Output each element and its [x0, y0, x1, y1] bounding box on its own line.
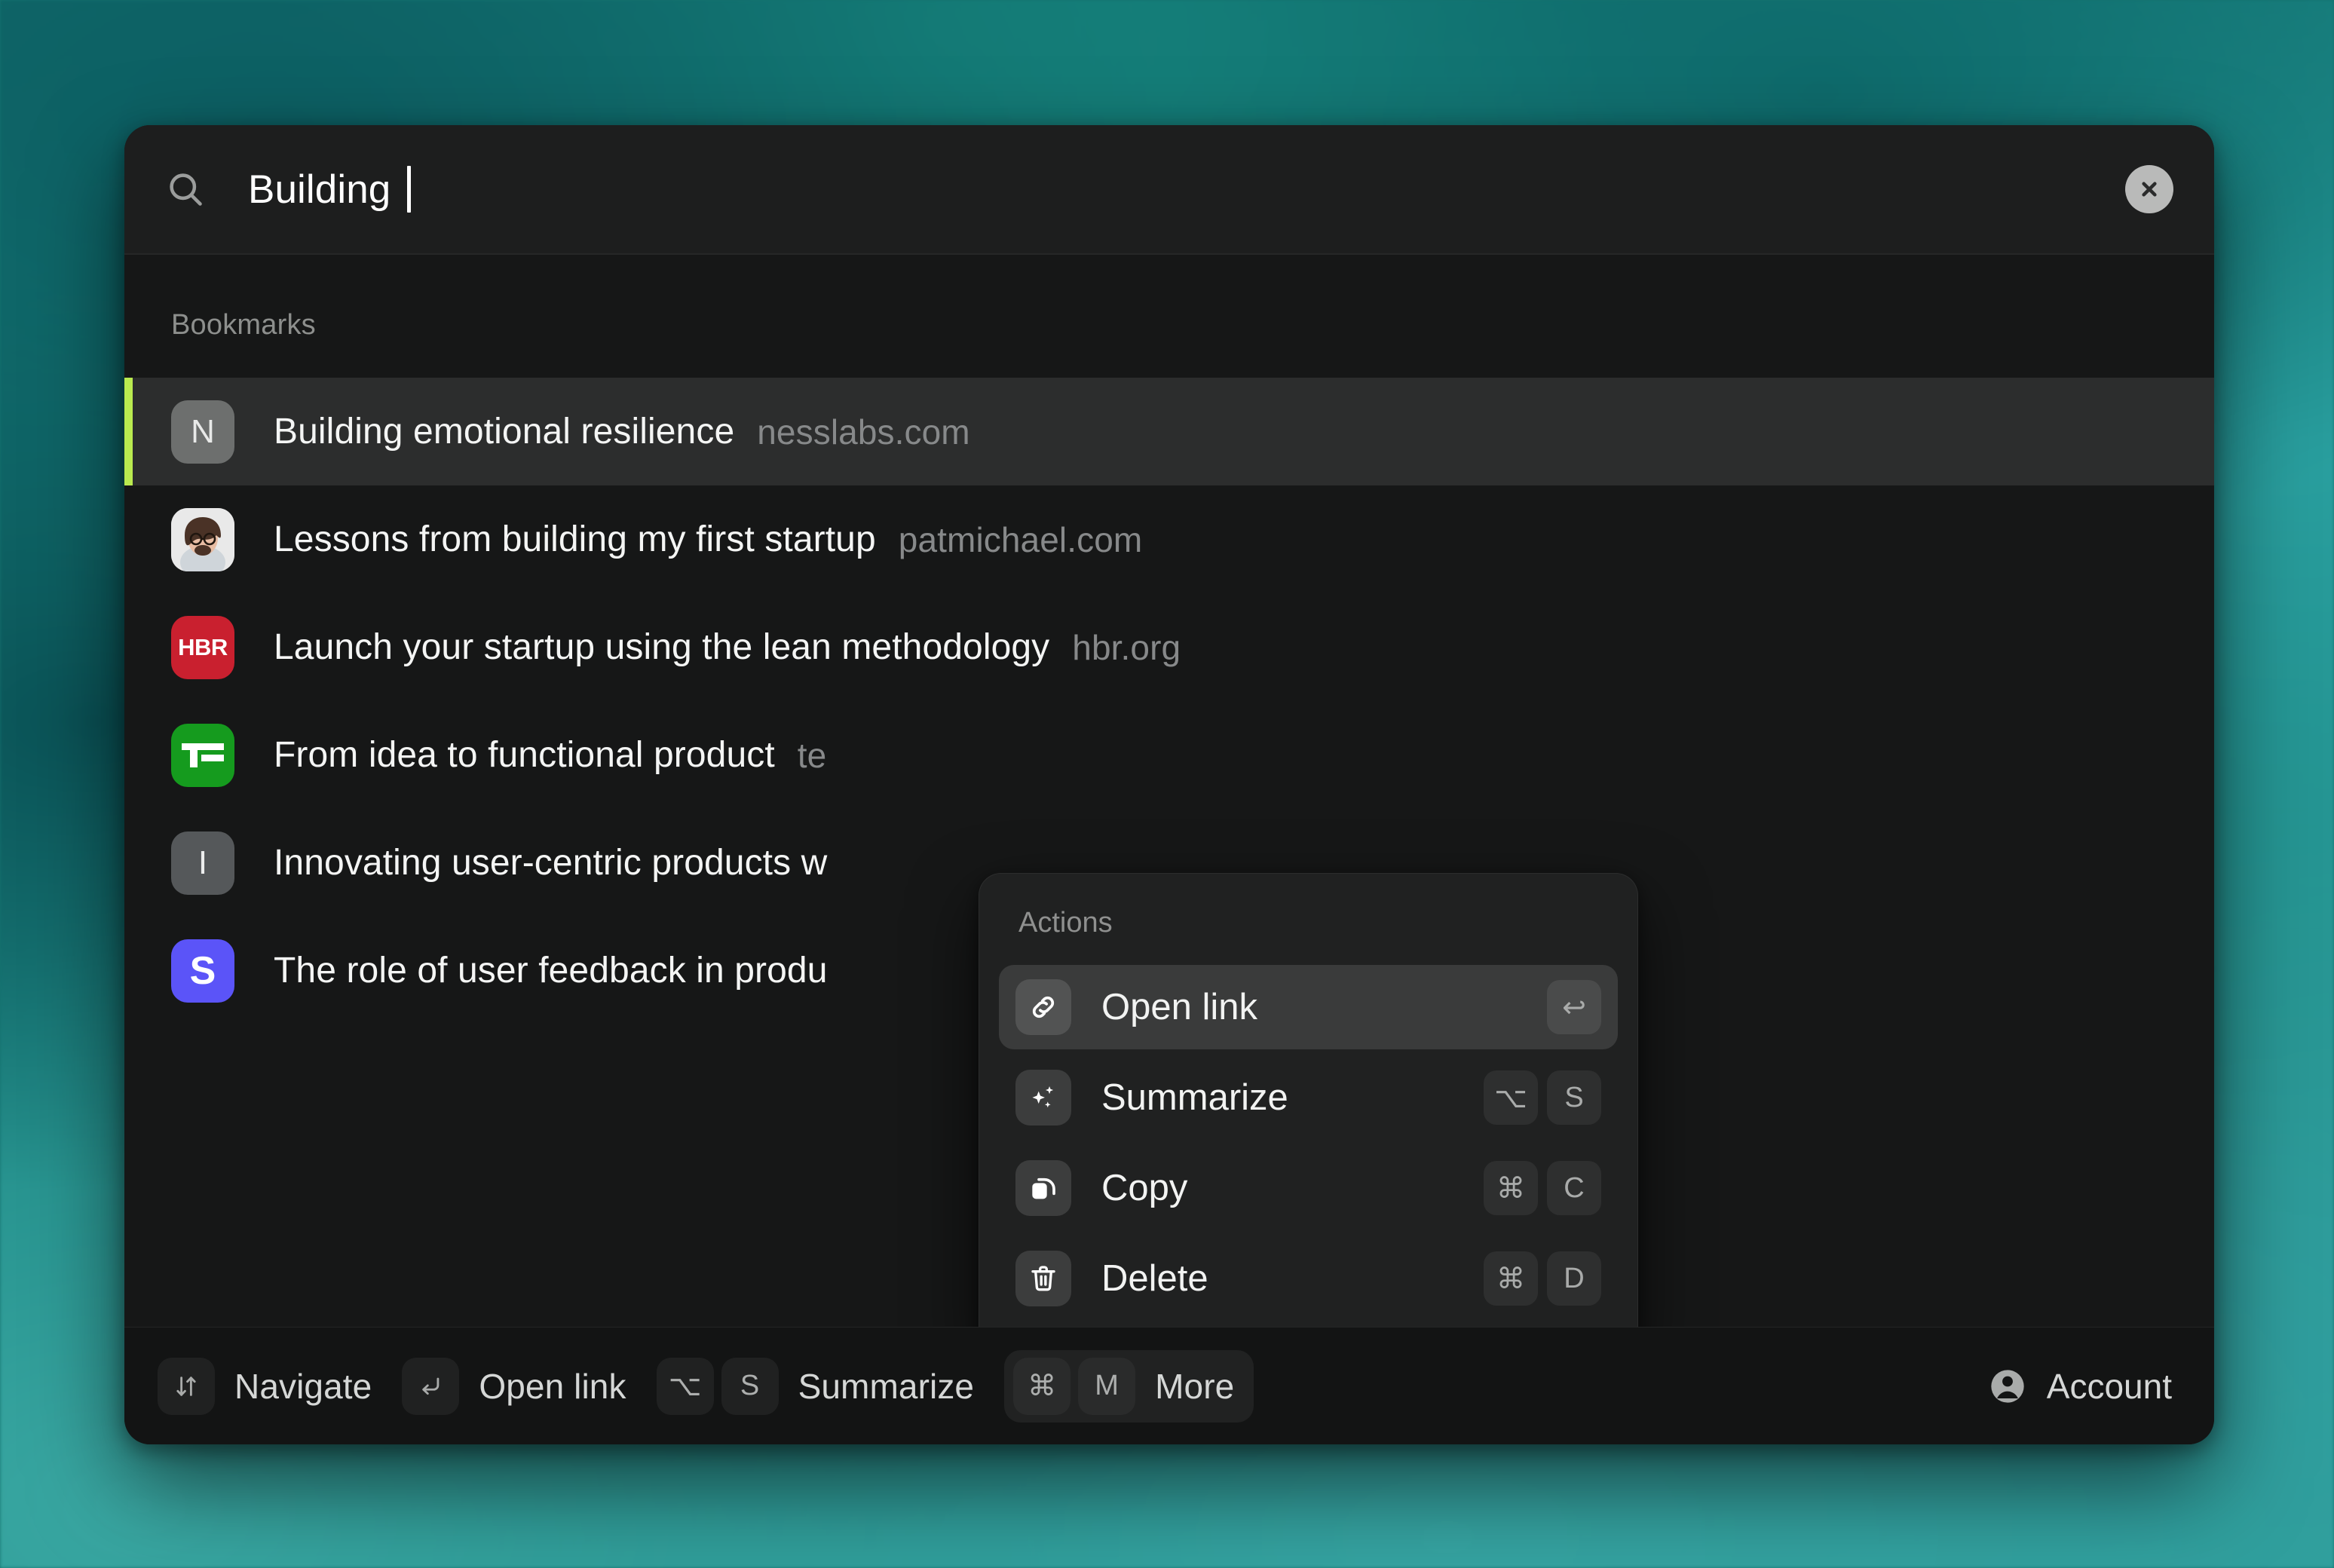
list-item[interactable]: Lessons from building my first startup p… [124, 485, 2214, 593]
key-letter: D [1547, 1251, 1601, 1306]
sort-arrows-icon [158, 1358, 215, 1415]
favicon [171, 724, 234, 787]
action-item-summarize[interactable]: Summarize ⌥ S [999, 1055, 1618, 1140]
footer-action-more[interactable]: ⌘ M More [1004, 1350, 1254, 1423]
close-button[interactable] [2125, 165, 2173, 213]
list-item-title: From idea to functional product [274, 734, 775, 776]
list-item-title: The role of user feedback in produ [274, 950, 828, 991]
list-item-domain: nesslabs.com [757, 412, 969, 452]
action-label: Summarize [1101, 1076, 1484, 1119]
favicon-letter: S [190, 948, 216, 994]
footer-label: Summarize [798, 1366, 975, 1407]
copy-icon [1015, 1160, 1071, 1216]
list-item-title: Innovating user-centric products w [274, 842, 827, 884]
sparkles-icon [1015, 1070, 1071, 1125]
link-icon [1015, 979, 1071, 1035]
key-letter: S [1547, 1070, 1601, 1125]
list-item-domain: patmichael.com [899, 519, 1143, 560]
text-caret [407, 166, 411, 213]
key-letter: S [721, 1358, 779, 1415]
list-item-domain: te [798, 735, 827, 776]
account-label: Account [2047, 1366, 2172, 1407]
account-button[interactable]: Account [1988, 1366, 2172, 1407]
actions-popover-title: Actions [999, 907, 1618, 965]
favicon-letter: I [198, 844, 207, 882]
favicon: I [171, 831, 234, 895]
action-item-delete[interactable]: Delete ⌘ D [999, 1236, 1618, 1321]
command-palette-window: Building Bookmarks N Building emotional … [124, 125, 2214, 1444]
favicon: HBR [171, 616, 234, 679]
favicon-letter: HBR [178, 634, 228, 661]
search-input[interactable]: Building [248, 166, 2125, 213]
list-item-title: Launch your startup using the lean metho… [274, 626, 1049, 668]
key-letter: M [1078, 1358, 1135, 1415]
return-icon [402, 1358, 459, 1415]
list-item[interactable]: HBR Launch your startup using the lean m… [124, 593, 2214, 701]
key-command: ⌘ [1484, 1251, 1538, 1306]
action-shortcut: ↩ [1547, 980, 1601, 1034]
action-item-open-link[interactable]: Open link ↩ [999, 965, 1618, 1049]
action-shortcut: ⌘ D [1484, 1251, 1601, 1306]
key-command: ⌘ [1484, 1161, 1538, 1215]
avatar [171, 508, 234, 571]
list-item-title: Lessons from building my first startup [274, 519, 876, 560]
favicon: N [171, 400, 234, 464]
key-option: ⌥ [657, 1358, 714, 1415]
action-shortcut: ⌥ S [1484, 1070, 1601, 1125]
action-shortcut: ⌘ C [1484, 1161, 1601, 1215]
key-letter: C [1547, 1161, 1601, 1215]
trash-icon [1015, 1251, 1071, 1306]
account-circle-icon [1988, 1367, 2027, 1406]
footer-action-open-link[interactable]: Open link [402, 1358, 626, 1415]
footer-label: More [1155, 1366, 1234, 1407]
section-header-bookmarks: Bookmarks [124, 255, 2214, 341]
footer-label: Open link [479, 1366, 626, 1407]
action-label: Copy [1101, 1167, 1484, 1209]
footer-toolbar: Navigate Open link ⌥ S Summarize ⌘ M Mor… [124, 1327, 2214, 1444]
favicon: S [171, 939, 234, 1003]
footer-action-summarize[interactable]: ⌥ S Summarize [657, 1358, 975, 1415]
footer-label: Navigate [234, 1366, 372, 1407]
search-bar: Building [124, 125, 2214, 255]
close-icon [2137, 177, 2161, 201]
footer-action-navigate[interactable]: Navigate [158, 1358, 372, 1415]
list-item[interactable]: From idea to functional product te [124, 701, 2214, 809]
action-item-copy[interactable]: Copy ⌘ C [999, 1146, 1618, 1230]
action-label: Open link [1101, 986, 1547, 1028]
results-region: Bookmarks N Building emotional resilienc… [124, 255, 2214, 1327]
list-item-title: Building emotional resilience [274, 411, 734, 452]
search-input-value: Building [248, 167, 391, 213]
list-item[interactable]: N Building emotional resilience nesslabs… [124, 378, 2214, 485]
key-return: ↩ [1547, 980, 1601, 1034]
key-command: ⌘ [1013, 1358, 1071, 1415]
favicon-letter: N [191, 413, 215, 451]
key-option: ⌥ [1484, 1070, 1538, 1125]
action-label: Delete [1101, 1257, 1484, 1300]
list-item-domain: hbr.org [1072, 627, 1181, 668]
search-icon [161, 170, 210, 209]
actions-popover: Actions Open link ↩ [979, 873, 1638, 1327]
